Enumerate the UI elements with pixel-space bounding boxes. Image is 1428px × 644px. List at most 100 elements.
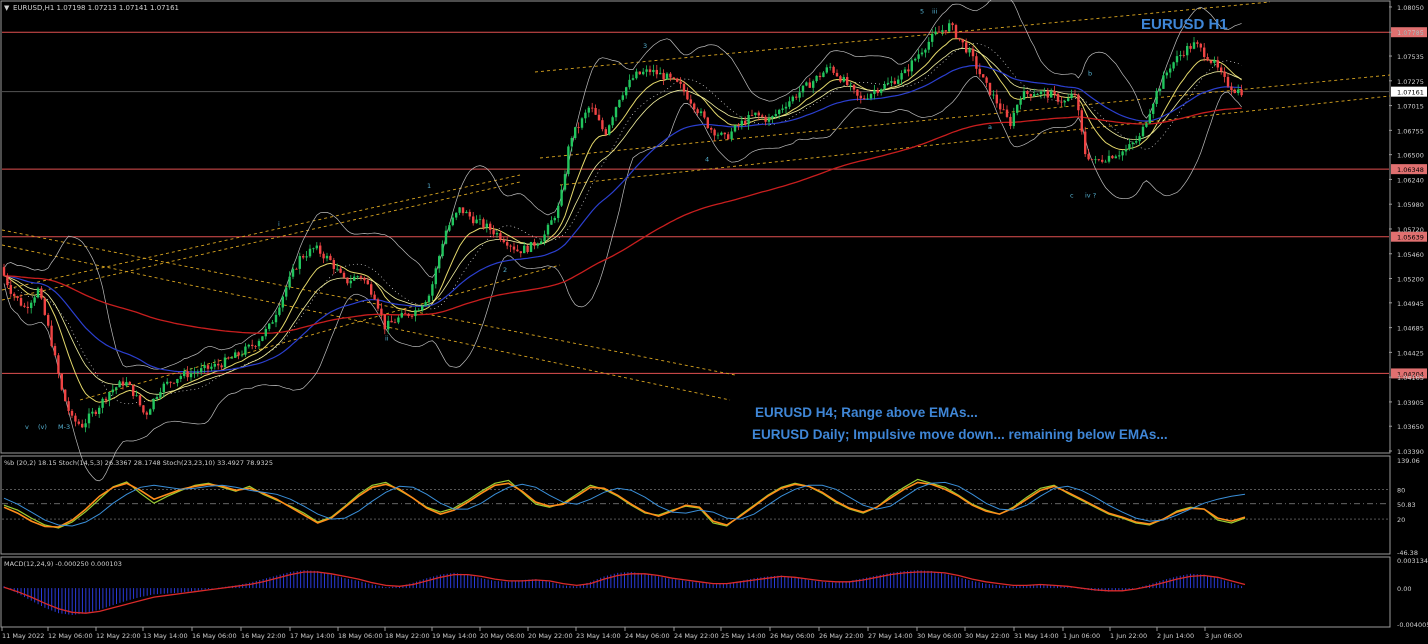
- candle-bull: [1033, 94, 1036, 97]
- time-tick-label: 24 May 22:00: [674, 632, 719, 640]
- candle-bull: [1192, 42, 1196, 49]
- candle-bull: [1237, 89, 1240, 94]
- candle-bear: [1046, 90, 1049, 98]
- candle-bear: [686, 91, 689, 100]
- candle-bear: [961, 39, 964, 43]
- candle-bear: [710, 127, 713, 130]
- candle-bull: [1158, 88, 1162, 92]
- candle-bull: [196, 372, 199, 374]
- wave-label: a: [988, 123, 992, 131]
- candle-bear: [60, 373, 63, 390]
- candle-bull: [754, 112, 757, 116]
- candle-bear: [346, 277, 349, 284]
- candle-bull: [155, 396, 159, 399]
- candle-bear: [1220, 67, 1223, 72]
- trading-chart: 1.077851.063481.056391.042041.07161 v (v)…: [0, 0, 1428, 644]
- candle-bull: [825, 67, 828, 73]
- candle-bull: [98, 407, 101, 414]
- candle-bear: [70, 410, 74, 416]
- candle-bear: [104, 398, 108, 401]
- candle-bull: [288, 276, 291, 288]
- candle-bear: [186, 371, 189, 378]
- candle-bear: [727, 134, 730, 140]
- candle-bull: [308, 248, 312, 257]
- candle-bull: [1067, 98, 1070, 102]
- candle-bull: [890, 81, 893, 83]
- candle-bull: [261, 336, 264, 341]
- candle-bear: [676, 78, 679, 82]
- candle-bull: [781, 108, 784, 110]
- candle-bear: [227, 357, 230, 359]
- candle-bull: [278, 307, 281, 315]
- candle-bear: [519, 251, 522, 254]
- candle-bear: [1199, 43, 1202, 48]
- time-tick-label: 1 Jun 22:00: [1110, 632, 1147, 640]
- candle-bear: [1009, 116, 1012, 127]
- candle-bear: [818, 75, 822, 78]
- candle-bear: [1203, 47, 1206, 58]
- candle-bear: [251, 344, 254, 346]
- candle-bull: [914, 58, 917, 61]
- candle-bull: [546, 224, 550, 235]
- candle-bear: [852, 84, 856, 90]
- wave-label: 4: [705, 155, 709, 163]
- candle-bull: [645, 69, 648, 72]
- candle-bear: [965, 42, 968, 53]
- candle-bull: [1104, 161, 1107, 163]
- candle-bear: [1101, 159, 1104, 162]
- candle-bull: [740, 120, 743, 126]
- candle-bull: [1162, 75, 1165, 89]
- candle-bear: [682, 83, 686, 92]
- candle-bear: [693, 103, 696, 110]
- candle-bull: [1043, 90, 1046, 92]
- candle-bull: [628, 79, 631, 88]
- candle-bull: [767, 118, 771, 122]
- candle-bear: [958, 37, 961, 40]
- candle-bear: [1226, 76, 1230, 87]
- candle-bull: [540, 241, 543, 244]
- candle-bear: [1060, 101, 1063, 103]
- candle-bull: [587, 107, 590, 113]
- candle-bull: [108, 392, 111, 401]
- candle-bear: [499, 233, 502, 240]
- candle-bear: [472, 216, 475, 224]
- candle-bear: [482, 219, 485, 228]
- candle-bear: [713, 129, 716, 136]
- candle-bear: [764, 116, 767, 122]
- candle-bull: [927, 41, 930, 50]
- candle-bear: [795, 96, 798, 98]
- candle-bear: [999, 103, 1002, 110]
- candle-bear: [47, 314, 50, 326]
- candle-bear: [169, 381, 172, 383]
- candle-bull: [621, 95, 624, 100]
- candle-bull: [200, 368, 203, 373]
- candle-bear: [954, 25, 958, 38]
- candle-bull: [203, 365, 206, 369]
- candle-bull: [400, 312, 403, 318]
- candle-bull: [448, 225, 451, 231]
- candle-bull: [618, 99, 621, 108]
- candle-bear: [689, 99, 692, 104]
- candle-bull: [1213, 60, 1216, 63]
- candle-bear: [138, 395, 142, 406]
- candle-bull: [788, 101, 791, 107]
- chart-arrow-icon[interactable]: ▼: [4, 4, 10, 12]
- candle-bear: [370, 284, 373, 295]
- candle-bull: [387, 320, 390, 330]
- candle-bear: [706, 117, 709, 128]
- candle-bear: [808, 82, 811, 88]
- candle-bull: [189, 373, 193, 378]
- candle-bull: [784, 106, 788, 109]
- candle-bull: [1050, 91, 1053, 98]
- time-tick-label: 25 May 14:00: [721, 632, 766, 640]
- price-tick-label: 1.07535: [1397, 53, 1424, 61]
- price-tick-label: 1.04425: [1397, 349, 1424, 357]
- candle-bear: [128, 381, 131, 386]
- candle-bull: [1039, 91, 1043, 95]
- candle-bull: [917, 54, 920, 59]
- candle-bear: [985, 77, 988, 83]
- candle-bull: [920, 52, 924, 55]
- candle-bull: [312, 248, 315, 250]
- price-tick-label: 1.06500: [1397, 152, 1424, 160]
- candle-bull: [1165, 72, 1168, 76]
